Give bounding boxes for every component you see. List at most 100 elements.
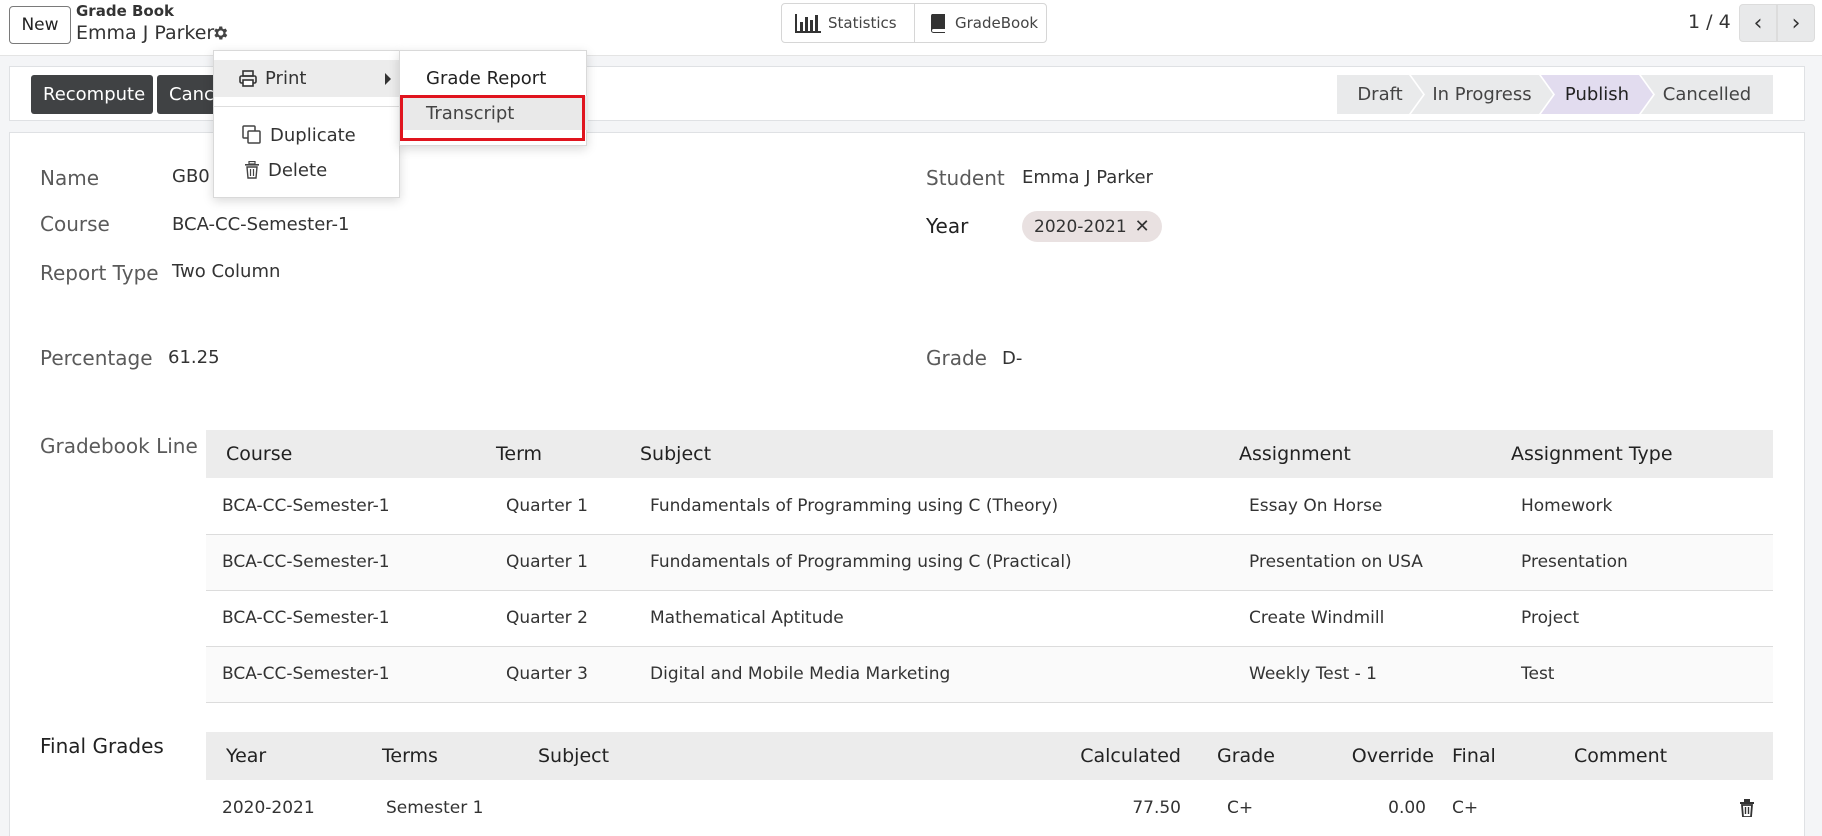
name-value[interactable]: GB0: [172, 166, 210, 187]
column-header-year[interactable]: Year: [206, 732, 362, 780]
cancel-button[interactable]: Cancel: [157, 75, 217, 114]
column-header-term[interactable]: Term: [476, 430, 620, 478]
column-header-course[interactable]: Course: [206, 430, 476, 478]
cell-term: Quarter 2: [476, 590, 620, 647]
cell-override: 0.00: [1317, 780, 1442, 836]
cell-year: 2020-2021: [206, 780, 362, 836]
column-header-grade[interactable]: Grade: [1197, 732, 1317, 780]
statistics-label: Statistics: [828, 14, 897, 32]
cell-assignment: Weekly Test - 1: [1219, 646, 1491, 703]
table-row[interactable]: BCA-CC-Semester-1 Quarter 3 Digital and …: [206, 646, 1773, 703]
table-row[interactable]: BCA-CC-Semester-1 Quarter 1 Fundamentals…: [206, 534, 1773, 591]
cell-subject: Fundamentals of Programming using C (The…: [620, 478, 1219, 535]
course-value[interactable]: BCA-CC-Semester-1: [172, 214, 349, 235]
grade-value: D-: [1002, 348, 1023, 369]
pager-next-button[interactable]: ›: [1777, 4, 1815, 42]
cell-assignment-type: Homework: [1491, 478, 1773, 535]
printer-icon: [239, 70, 257, 87]
duplicate-label: Duplicate: [270, 124, 356, 146]
year-tag[interactable]: 2020-2021 ✕: [1022, 211, 1162, 242]
menu-divider: [214, 106, 401, 107]
student-label: Student: [926, 166, 1005, 190]
control-panel: New Grade Book Emma J Parker Statistics …: [0, 0, 1822, 56]
table-header-row: Year Terms Subject Calculated Grade Over…: [206, 732, 1773, 780]
cell-subject: Mathematical Aptitude: [620, 590, 1219, 647]
print-label: Print: [265, 68, 307, 89]
cell-course: BCA-CC-Semester-1: [206, 478, 476, 535]
stage-label: Publish: [1564, 84, 1630, 105]
cell-calculated: 77.50: [1059, 780, 1197, 836]
gradebook-button[interactable]: GradeBook: [914, 3, 1047, 43]
trash-icon[interactable]: [1739, 798, 1755, 818]
stage-cancelled[interactable]: Cancelled: [1641, 75, 1773, 114]
cell-assignment-type: Test: [1491, 646, 1773, 703]
close-icon[interactable]: ✕: [1135, 216, 1150, 237]
column-header-terms[interactable]: Terms: [362, 732, 518, 780]
pager-previous-button[interactable]: ‹: [1739, 4, 1777, 42]
column-header-calculated[interactable]: Calculated: [1059, 732, 1197, 780]
gradebook-line-label: Gradebook Line: [40, 434, 198, 458]
percentage-value: 61.25: [168, 347, 220, 368]
stage-label: In Progress: [1432, 84, 1532, 105]
table-row[interactable]: BCA-CC-Semester-1 Quarter 2 Mathematical…: [206, 590, 1773, 647]
duplicate-menu-item[interactable]: Duplicate: [214, 118, 401, 152]
stage-label: Cancelled: [1662, 84, 1752, 105]
column-header-override[interactable]: Override: [1317, 732, 1442, 780]
cell-assignment-type: Project: [1491, 590, 1773, 647]
column-header-assignment-type[interactable]: Assignment Type: [1491, 430, 1773, 478]
pager-value[interactable]: 1 / 4: [1688, 11, 1731, 33]
stage-in-progress[interactable]: In Progress: [1411, 75, 1553, 114]
cell-subject: Digital and Mobile Media Marketing: [620, 646, 1219, 703]
table-row[interactable]: 2020-2021 Semester 1 77.50 C+ 0.00 C+: [206, 780, 1773, 836]
column-header-assignment[interactable]: Assignment: [1219, 430, 1491, 478]
cell-subject: Fundamentals of Programming using C (Pra…: [620, 534, 1219, 591]
delete-menu-item[interactable]: Delete: [214, 153, 401, 187]
print-menu-item[interactable]: Print: [214, 60, 401, 97]
cell-grade: C+: [1197, 780, 1317, 836]
grade-label: Grade: [926, 346, 987, 370]
column-header-subject[interactable]: Subject: [620, 430, 1219, 478]
bar-chart-icon: [795, 14, 821, 33]
cell-course: BCA-CC-Semester-1: [206, 590, 476, 647]
breadcrumb-current: Emma J Parker: [76, 22, 215, 44]
transcript-highlight-box: [400, 95, 585, 141]
stage-publish[interactable]: Publish: [1541, 75, 1653, 114]
copy-icon: [242, 125, 261, 144]
chevron-right-icon: ›: [1791, 10, 1801, 36]
gear-icon[interactable]: [211, 24, 229, 42]
statistics-button[interactable]: Statistics: [781, 3, 915, 43]
gradebook-label: GradeBook: [955, 14, 1039, 32]
gradebook-line-table: Course Term Subject Assignment Assignmen…: [206, 430, 1773, 703]
book-icon: [930, 14, 945, 33]
column-header-final[interactable]: Final: [1442, 732, 1554, 780]
grade-report-menu-item[interactable]: Grade Report: [400, 61, 588, 95]
final-grades-label: Final Grades: [40, 734, 164, 758]
cell-assignment: Essay On Horse: [1219, 478, 1491, 535]
name-label: Name: [40, 166, 100, 190]
cell-course: BCA-CC-Semester-1: [206, 646, 476, 703]
cell-assignment: Create Windmill: [1219, 590, 1491, 647]
table-row[interactable]: BCA-CC-Semester-1 Quarter 1 Fundamentals…: [206, 478, 1773, 535]
stage-draft[interactable]: Draft: [1337, 75, 1423, 114]
final-grades-table: Year Terms Subject Calculated Grade Over…: [206, 732, 1773, 836]
column-header-comment[interactable]: Comment: [1554, 732, 1773, 780]
new-button[interactable]: New: [9, 6, 71, 44]
report-type-value[interactable]: Two Column: [172, 261, 280, 282]
action-menu: Print Duplicate Delete: [213, 50, 401, 198]
stage-label: Draft: [1357, 84, 1403, 105]
cell-course: BCA-CC-Semester-1: [206, 534, 476, 591]
cell-term: Quarter 1: [476, 534, 620, 591]
recompute-button[interactable]: Recompute: [31, 75, 153, 114]
column-header-subject[interactable]: Subject: [518, 732, 1059, 780]
cell-final: C+: [1442, 780, 1554, 836]
percentage-label: Percentage: [40, 346, 153, 370]
delete-label: Delete: [268, 159, 328, 181]
cell-comment: [1554, 780, 1773, 836]
course-label: Course: [40, 212, 110, 236]
student-value[interactable]: Emma J Parker: [1022, 167, 1153, 188]
breadcrumb-parent[interactable]: Grade Book: [76, 2, 174, 20]
trash-icon: [245, 161, 259, 179]
table-header-row: Course Term Subject Assignment Assignmen…: [206, 430, 1773, 478]
status-stages: Draft In Progress Publish Cancelled: [1337, 75, 1773, 114]
cell-assignment: Presentation on USA: [1219, 534, 1491, 591]
